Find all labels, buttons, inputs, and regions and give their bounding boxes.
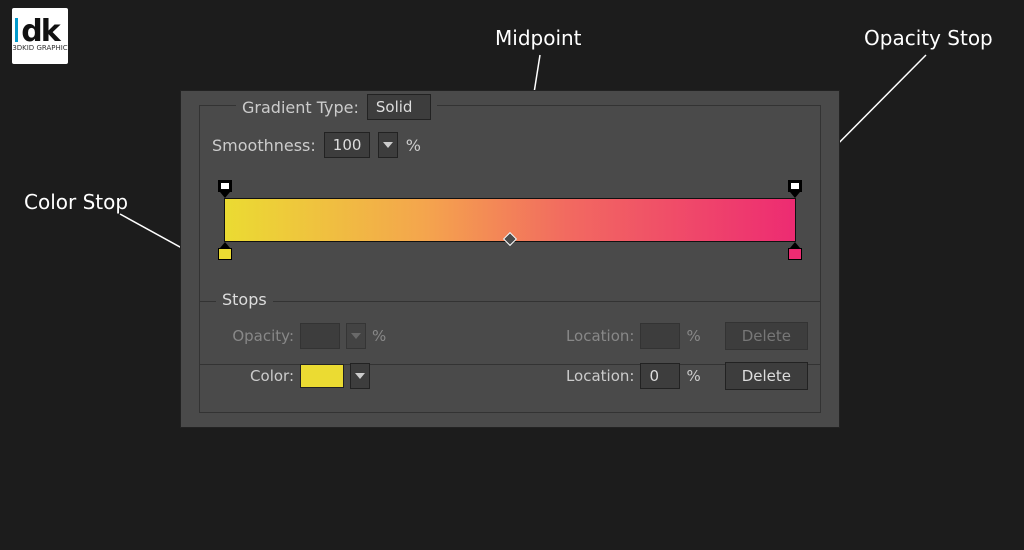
chevron-down-icon: [355, 373, 365, 379]
annotation-midpoint: Midpoint: [495, 26, 582, 50]
opacity-input: [300, 323, 340, 349]
percent-sign: %: [372, 327, 386, 345]
delete-color-stop-button[interactable]: Delete: [725, 362, 808, 390]
percent-sign: %: [406, 136, 421, 155]
opacity-label: Opacity:: [230, 327, 294, 345]
opacity-stop-left[interactable]: [218, 180, 232, 198]
color-stop-right[interactable]: [788, 242, 802, 260]
stops-group: Stops Opacity: % Location: % Delete Colo…: [199, 301, 821, 413]
opacity-dropdown: [346, 323, 366, 349]
annotation-color-stop: Color Stop: [24, 190, 128, 214]
smoothness-label: Smoothness:: [212, 136, 316, 155]
gradient-type-label: Gradient Type:: [242, 98, 359, 117]
opacity-stop-right[interactable]: [788, 180, 802, 198]
color-dropdown[interactable]: [350, 363, 370, 389]
color-location-label: Location:: [566, 367, 635, 385]
delete-opacity-stop-button: Delete: [725, 322, 808, 350]
gradient-editor-panel: Gradient Type: Solid Smoothness: 100 %: [180, 90, 840, 428]
opacity-stop-track: [220, 180, 800, 198]
color-location-input[interactable]: 0: [640, 363, 680, 389]
brand-logo: dk 3DKID GRAPHIC: [12, 8, 68, 64]
opacity-location-label: Location:: [566, 327, 635, 345]
color-stop-left[interactable]: [218, 242, 232, 260]
opacity-location-input: [640, 323, 680, 349]
smoothness-input[interactable]: 100: [324, 132, 370, 158]
stops-title: Stops: [216, 290, 273, 309]
smoothness-dropdown[interactable]: [378, 132, 398, 158]
gradient-bar-area: [220, 180, 800, 270]
gradient-type-select[interactable]: Solid: [367, 94, 431, 120]
annotation-opacity-stop: Opacity Stop: [864, 26, 993, 50]
percent-sign: %: [686, 367, 700, 385]
color-stop-track: [220, 242, 800, 260]
percent-sign: %: [686, 327, 700, 345]
color-swatch[interactable]: [300, 364, 344, 388]
chevron-down-icon: [351, 333, 361, 339]
chevron-down-icon: [383, 142, 393, 148]
color-label: Color:: [230, 367, 294, 385]
